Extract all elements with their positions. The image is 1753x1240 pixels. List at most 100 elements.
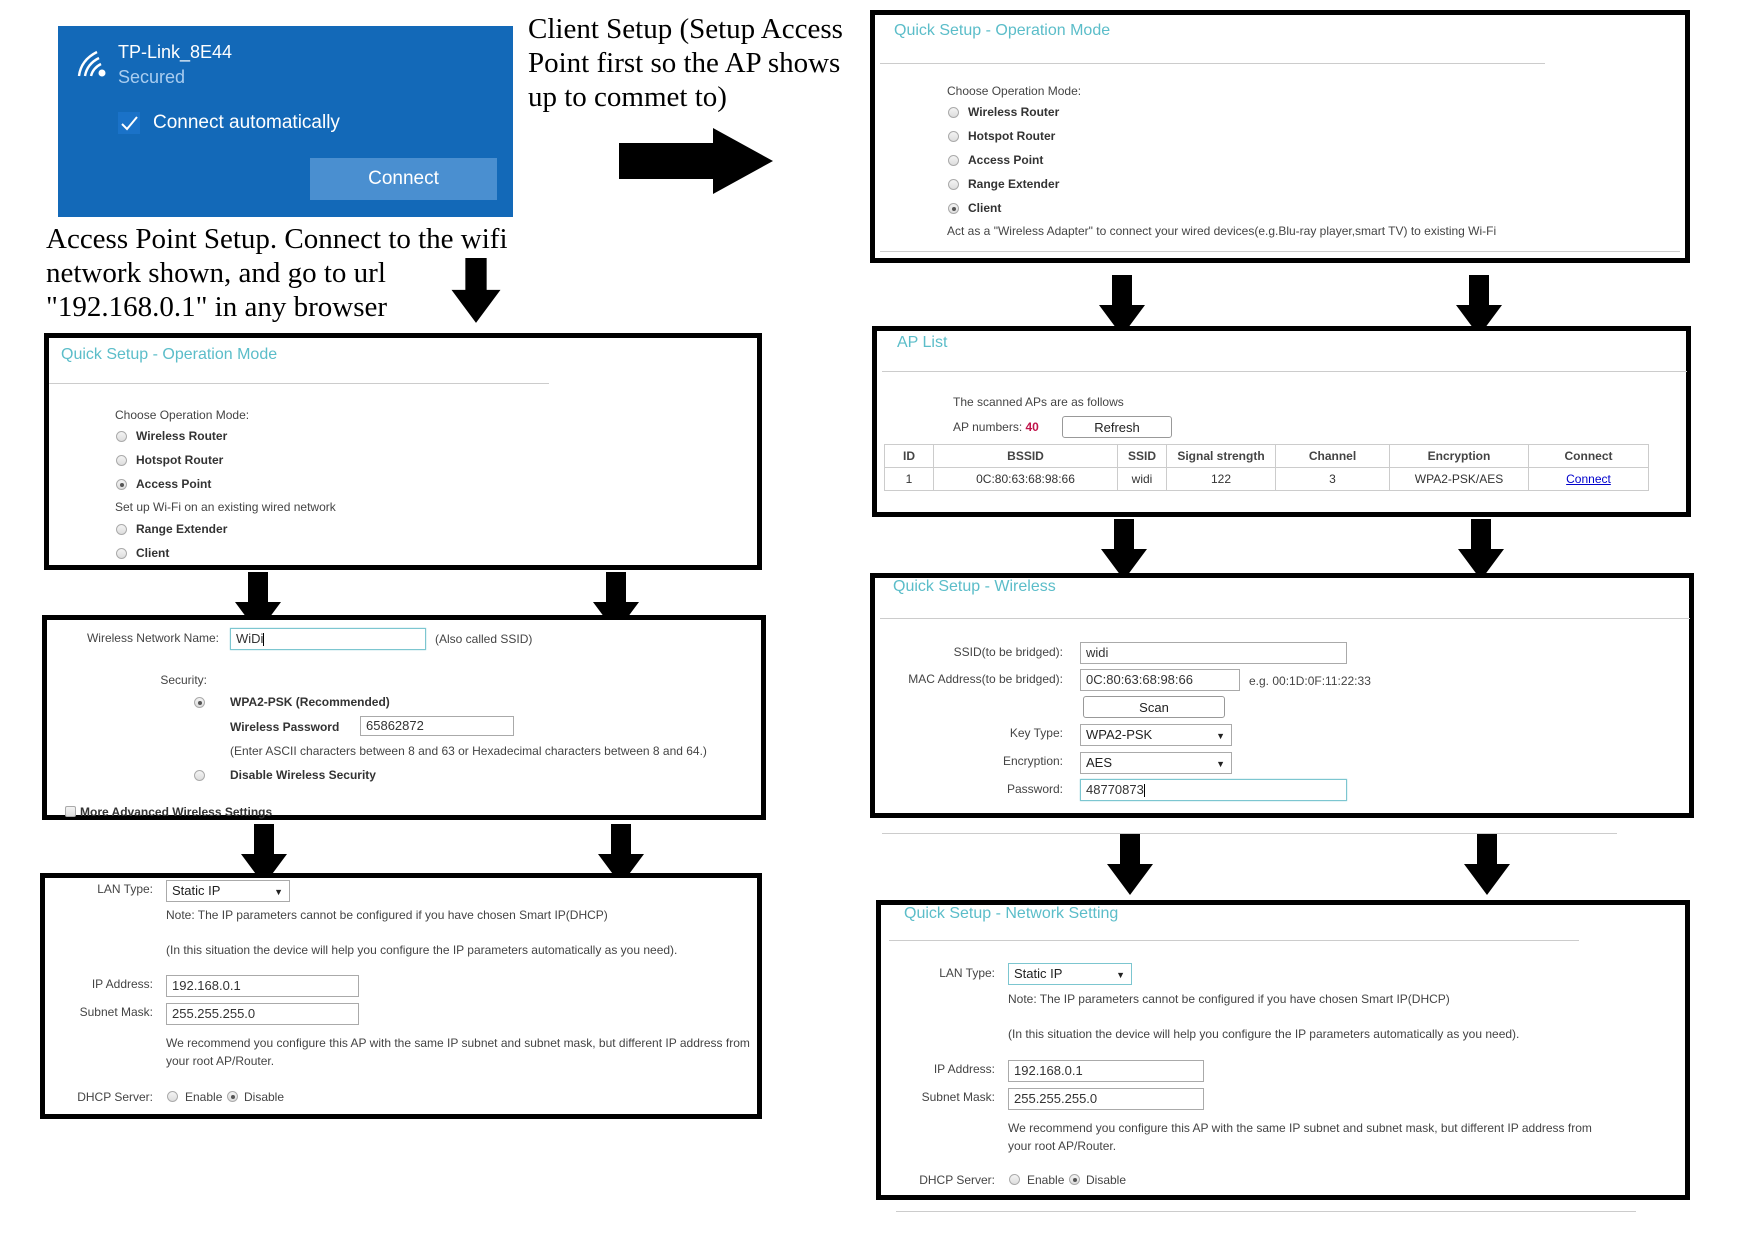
network-name: TP-Link_8E44 xyxy=(118,42,233,62)
refresh-button[interactable]: Refresh xyxy=(1062,416,1172,438)
auto-config-note: (In this situation the device will help … xyxy=(166,943,678,957)
subnet-mask-input[interactable]: 255.255.255.0 xyxy=(166,1003,359,1025)
client-operation-mode-panel: Quick Setup - Operation Mode Choose Oper… xyxy=(870,10,1690,263)
ap-count-label: AP numbers: xyxy=(953,420,1023,434)
radio-hotspot-router[interactable] xyxy=(948,131,959,142)
encryption-label: Encryption: xyxy=(1002,754,1063,768)
wireless-network-name-label: Wireless Network Name: xyxy=(86,631,219,645)
divider xyxy=(880,251,1680,252)
ap-list-panel: AP List The scanned APs are as follows A… xyxy=(872,326,1691,517)
connect-automatically-checkbox[interactable] xyxy=(118,112,140,134)
wireless-password-input[interactable]: 65862872 xyxy=(360,716,514,736)
dhcp-enable-label: Enable xyxy=(185,1090,223,1104)
ssid-label: SSID(to be bridged): xyxy=(953,645,1063,659)
panel-title: Quick Setup - Wireless xyxy=(893,578,1056,595)
lan-type-label: LAN Type: xyxy=(939,966,995,980)
option-label: Hotspot Router xyxy=(968,129,1056,143)
ssid-hint: (Also called SSID) xyxy=(435,632,533,646)
wifi-secured-icon xyxy=(77,50,106,77)
lan-type-select[interactable]: Static IP ▼ xyxy=(1008,963,1132,985)
key-type-select[interactable]: WPA2-PSK ▼ xyxy=(1080,724,1232,746)
radio-disable-security[interactable] xyxy=(194,770,205,781)
subnet-mask-input[interactable]: 255.255.255.0 xyxy=(1008,1088,1204,1110)
wpa2-psk-label: WPA2-PSK (Recommended) xyxy=(230,695,390,709)
chevron-down-icon: ▼ xyxy=(1216,759,1225,769)
radio-client[interactable] xyxy=(948,203,959,214)
radio-dhcp-enable[interactable] xyxy=(167,1091,178,1102)
ip-address-input[interactable]: 192.168.0.1 xyxy=(166,975,359,997)
radio-access-point[interactable] xyxy=(948,155,959,166)
radio-wireless-router[interactable] xyxy=(948,107,959,118)
subnet-mask-label: Subnet Mask: xyxy=(921,1090,995,1104)
option-label: Client xyxy=(136,546,170,560)
lan-type-select[interactable]: Static IP ▼ xyxy=(166,880,290,902)
password-label: Password: xyxy=(1006,782,1063,796)
radio-dhcp-disable[interactable] xyxy=(1069,1174,1080,1185)
divider xyxy=(49,383,549,384)
radio-range-extender[interactable] xyxy=(116,524,127,535)
option-label: Wireless Router xyxy=(968,105,1060,119)
radio-dhcp-enable[interactable] xyxy=(1009,1174,1020,1185)
select-value: Static IP xyxy=(1014,966,1063,981)
radio-dhcp-disable[interactable] xyxy=(227,1091,238,1102)
operation-mode-prompt: Choose Operation Mode: xyxy=(947,84,1082,98)
connect-link[interactable]: Connect xyxy=(1566,472,1611,486)
advanced-settings-label[interactable]: More Advanced Wireless Settings xyxy=(80,805,272,819)
advanced-settings-checkbox[interactable] xyxy=(65,806,76,817)
ssid-input[interactable]: widi xyxy=(1080,642,1347,664)
cell-connect: Connect xyxy=(1528,467,1649,491)
text-cursor xyxy=(1143,784,1145,798)
radio-range-extender[interactable] xyxy=(948,179,959,190)
ip-address-input[interactable]: 192.168.0.1 xyxy=(1008,1060,1204,1082)
client-setup-annotation: Client Setup (Setup Access Point first s… xyxy=(528,13,843,113)
column-header: BSSID xyxy=(933,444,1118,468)
radio-hotspot-router[interactable] xyxy=(116,455,127,466)
input-value: WiDi xyxy=(236,631,264,646)
disable-security-label: Disable Wireless Security xyxy=(230,768,376,782)
chevron-down-icon: ▼ xyxy=(274,887,283,897)
cell-signal: 122 xyxy=(1166,467,1276,491)
cell-channel: 3 xyxy=(1275,467,1390,491)
arrow-down-icon xyxy=(1101,519,1147,580)
divider xyxy=(880,63,1545,64)
access-point-description: Set up Wi-Fi on an existing wired networ… xyxy=(115,500,336,514)
table-header-row: ID BSSID SSID Signal strength Channel En… xyxy=(884,444,1649,468)
arrow-right-icon xyxy=(619,128,773,194)
recommendation-line-1: We recommend you configure this AP with … xyxy=(1008,1121,1592,1135)
radio-wpa2-psk[interactable] xyxy=(194,697,205,708)
encryption-select[interactable]: AES ▼ xyxy=(1080,752,1232,774)
scan-intro: The scanned APs are as follows xyxy=(953,395,1124,409)
ap-network-panel: LAN Type: Static IP ▼ Note: The IP parame… xyxy=(40,873,762,1119)
arrow-down-icon xyxy=(1458,519,1504,580)
network-status: Secured xyxy=(118,67,186,87)
client-description: Act as a "Wireless Adapter" to connect y… xyxy=(947,224,1497,238)
divider xyxy=(896,1211,1636,1212)
connect-button[interactable]: Connect xyxy=(310,158,497,200)
option-label: Access Point xyxy=(968,153,1044,167)
divider xyxy=(880,618,1690,619)
radio-client[interactable] xyxy=(116,548,127,559)
ap-operation-mode-panel: Quick Setup - Operation Mode Choose Oper… xyxy=(44,333,762,570)
ap-count-value: 40 xyxy=(1025,420,1039,434)
option-label: Access Point xyxy=(136,477,212,491)
password-input[interactable]: 48770873 xyxy=(1080,779,1347,801)
panel-title: Quick Setup - Network Setting xyxy=(904,905,1119,922)
password-hint: (Enter ASCII characters between 8 and 63… xyxy=(230,744,707,758)
wireless-network-name-input[interactable]: WiDi xyxy=(230,628,426,650)
input-value: 48770873 xyxy=(1086,782,1144,797)
dhcp-disable-label: Disable xyxy=(244,1090,285,1104)
radio-wireless-router[interactable] xyxy=(116,431,127,442)
connect-automatically-label[interactable]: Connect automatically xyxy=(153,112,340,134)
scan-button[interactable]: Scan xyxy=(1083,696,1225,718)
dhcp-note: Note: The IP parameters cannot be config… xyxy=(166,908,608,922)
mac-address-hint: e.g. 00:1D:0F:11:22:33 xyxy=(1249,674,1371,688)
mac-address-input[interactable]: 0C:80:63:68:98:66 xyxy=(1080,669,1240,691)
option-label: Wireless Router xyxy=(136,429,228,443)
cell-id: 1 xyxy=(884,467,934,491)
subnet-mask-label: Subnet Mask: xyxy=(79,1005,153,1019)
chevron-down-icon: ▼ xyxy=(1216,731,1225,741)
key-type-label: Key Type: xyxy=(1009,726,1063,740)
ap-list-table: ID BSSID SSID Signal strength Channel En… xyxy=(884,444,1649,491)
option-label: Client xyxy=(968,201,1002,215)
radio-access-point[interactable] xyxy=(116,479,127,490)
